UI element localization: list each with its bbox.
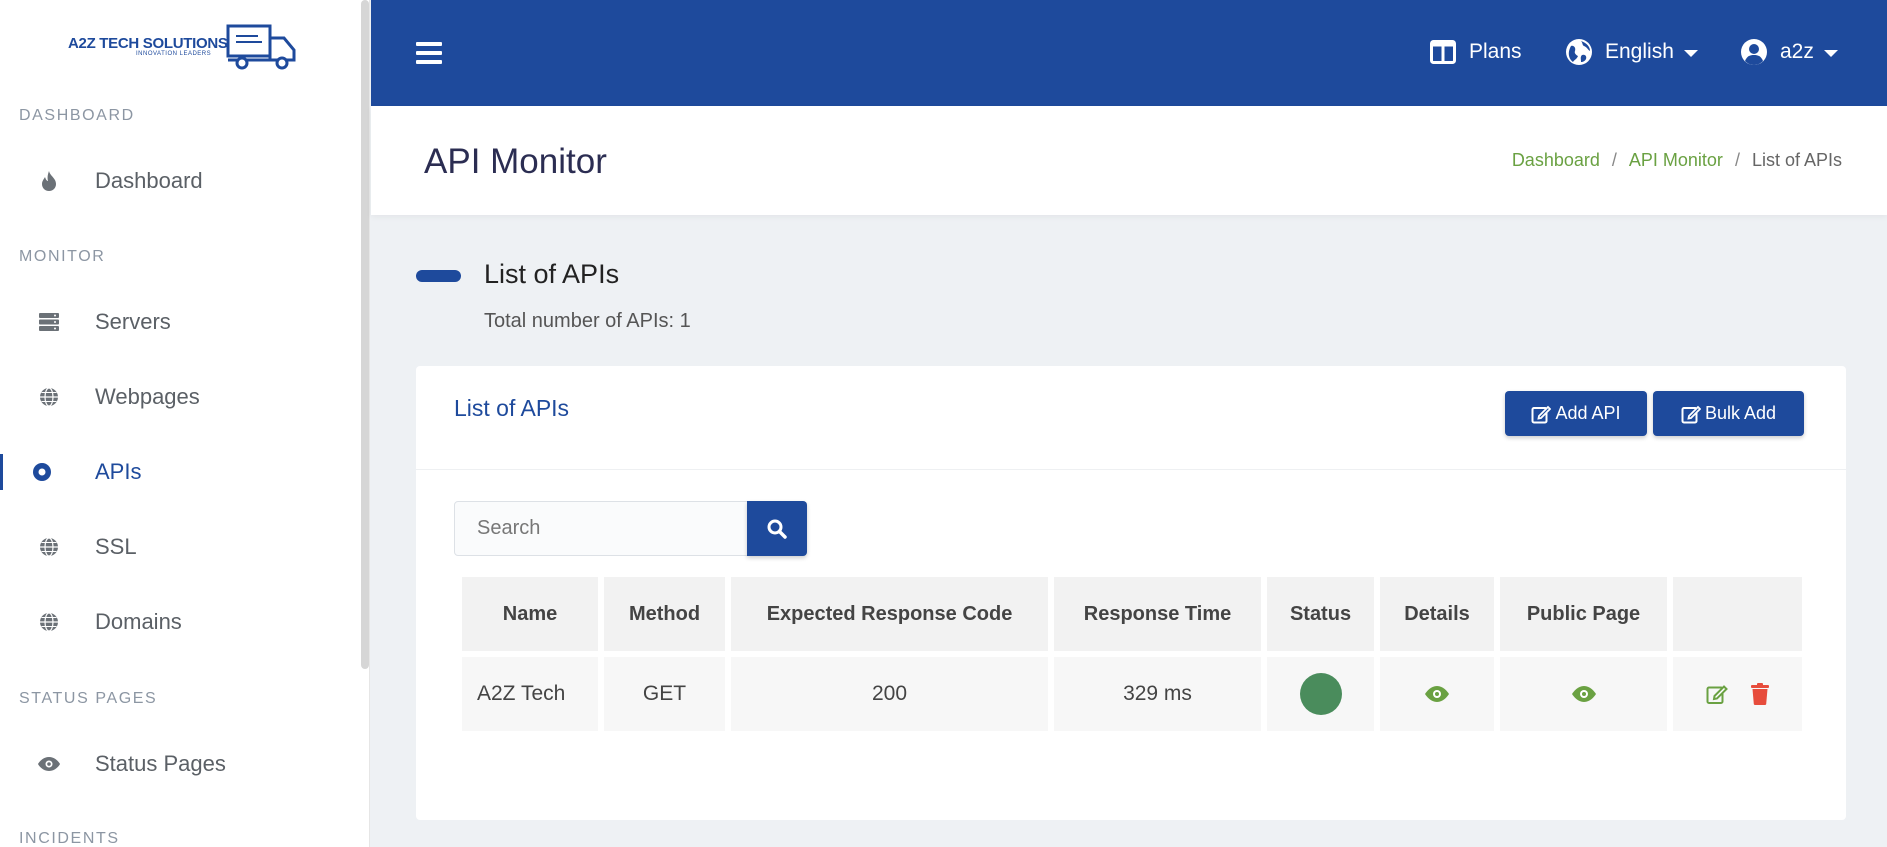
edit-icon[interactable]	[1706, 683, 1728, 705]
view-details-eye-icon[interactable]	[1425, 686, 1449, 703]
table-row: A2Z Tech GET 200 329 ms	[462, 657, 1802, 731]
fire-icon	[37, 169, 61, 193]
caret-down-icon	[1683, 49, 1698, 57]
hamburger-menu-icon[interactable]	[416, 42, 442, 64]
column-header-public-page: Public Page	[1500, 577, 1667, 651]
search-button[interactable]	[747, 501, 807, 556]
breadcrumb-dashboard[interactable]: Dashboard	[1512, 150, 1600, 171]
page-title: API Monitor	[424, 142, 607, 181]
breadcrumb: Dashboard / API Monitor / List of APIs	[1512, 150, 1842, 171]
sidebar-item-domains[interactable]: Domains	[0, 594, 360, 650]
column-header-actions	[1673, 577, 1802, 651]
edit-icon	[1681, 405, 1701, 423]
card-divider	[416, 469, 1846, 470]
eye-icon	[37, 752, 61, 776]
column-header-response-time: Response Time	[1054, 577, 1261, 651]
section-label-status-pages: STATUS PAGES	[19, 690, 158, 707]
table-header-row: Name Method Expected Response Code Respo…	[462, 577, 1802, 651]
sidebar-item-label: Servers	[95, 309, 171, 334]
status-indicator	[1299, 673, 1342, 715]
logo-brand: A2Z TECH SOLUTIONS	[68, 35, 228, 52]
logo-tagline: INNOVATION LEADERS	[136, 51, 212, 57]
user-dropdown[interactable]: a2z	[1740, 38, 1838, 66]
cell-actions	[1673, 657, 1802, 731]
caret-down-icon	[1823, 49, 1838, 57]
sidebar-item-apis[interactable]: APIs	[0, 444, 360, 500]
search-icon	[767, 519, 787, 539]
sidebar-item-label: Domains	[95, 609, 182, 634]
cell-public-page	[1500, 657, 1667, 731]
cell-name: A2Z Tech	[462, 657, 598, 731]
cell-expected-code: 200	[731, 657, 1048, 731]
sidebar: A2Z TECH SOLUTIONS INNOVATION LEADERS DA…	[0, 0, 370, 847]
globe-icon	[37, 535, 61, 559]
section-title: List of APIs	[484, 259, 620, 289]
cell-method: GET	[604, 657, 725, 731]
sidebar-item-label: SSL	[95, 534, 137, 559]
section-label-dashboard: DASHBOARD	[19, 107, 135, 124]
plans-link[interactable]: Plans	[1429, 38, 1522, 66]
server-icon	[37, 310, 61, 334]
sidebar-item-dashboard[interactable]: Dashboard	[0, 153, 360, 209]
cell-response-time: 329 ms	[1054, 657, 1261, 731]
sidebar-item-status-pages[interactable]: Status Pages	[0, 736, 360, 792]
apis-card: List of APIs Add API Bulk Add Name Metho…	[416, 366, 1846, 820]
sidebar-item-label: APIs	[95, 459, 142, 484]
logo[interactable]: A2Z TECH SOLUTIONS INNOVATION LEADERS	[68, 24, 300, 74]
add-api-button[interactable]: Add API	[1505, 391, 1647, 436]
trash-icon[interactable]	[1751, 683, 1770, 706]
truck-icon	[226, 24, 296, 70]
apis-table: Name Method Expected Response Code Respo…	[456, 571, 1808, 737]
bulk-add-button[interactable]: Bulk Add	[1653, 391, 1804, 436]
breadcrumb-api-monitor[interactable]: API Monitor	[1629, 150, 1723, 171]
columns-icon	[1429, 38, 1457, 66]
api-count-text: Total number of APIs: 1	[484, 310, 691, 332]
card-title: List of APIs	[454, 395, 570, 421]
breadcrumb-separator: /	[1734, 150, 1740, 170]
cell-status	[1267, 657, 1374, 731]
sidebar-item-label: Dashboard	[95, 168, 203, 193]
sidebar-item-label: Status Pages	[95, 751, 226, 776]
column-header-details: Details	[1380, 577, 1494, 651]
section-label-monitor: MONITOR	[19, 248, 106, 265]
sidebar-item-label: Webpages	[95, 384, 200, 409]
language-label: English	[1605, 40, 1674, 63]
view-public-page-eye-icon[interactable]	[1571, 686, 1596, 703]
user-label: a2z	[1780, 40, 1814, 63]
globe-icon	[37, 385, 61, 409]
globe-icon	[37, 610, 61, 634]
bulk-add-label: Bulk Add	[1704, 403, 1777, 423]
breadcrumb-current: List of APIs	[1751, 150, 1842, 170]
section-accent-bar	[416, 270, 461, 282]
search-input[interactable]	[454, 501, 748, 556]
topbar: Plans English a2z	[371, 0, 1887, 106]
dot-circle-icon	[30, 460, 54, 484]
language-dropdown[interactable]: English	[1565, 38, 1698, 66]
sidebar-item-servers[interactable]: Servers	[0, 294, 360, 350]
breadcrumb-separator: /	[1611, 150, 1617, 170]
edit-icon	[1531, 405, 1552, 423]
plans-label: Plans	[1469, 40, 1522, 63]
column-header-status: Status	[1267, 577, 1374, 651]
page-header: API Monitor Dashboard / API Monitor / Li…	[371, 106, 1887, 215]
user-circle-icon	[1740, 38, 1768, 66]
column-header-name: Name	[462, 577, 598, 651]
sidebar-scrollbar[interactable]	[361, 0, 369, 669]
sidebar-item-ssl[interactable]: SSL	[0, 519, 360, 575]
section-label-incidents: INCIDENTS	[19, 830, 120, 847]
sidebar-item-webpages[interactable]: Webpages	[0, 369, 360, 425]
add-api-label: Add API	[1555, 403, 1621, 423]
cell-details	[1380, 657, 1494, 731]
column-header-expected-code: Expected Response Code	[731, 577, 1048, 651]
column-header-method: Method	[604, 577, 725, 651]
globe-icon	[1565, 38, 1593, 66]
